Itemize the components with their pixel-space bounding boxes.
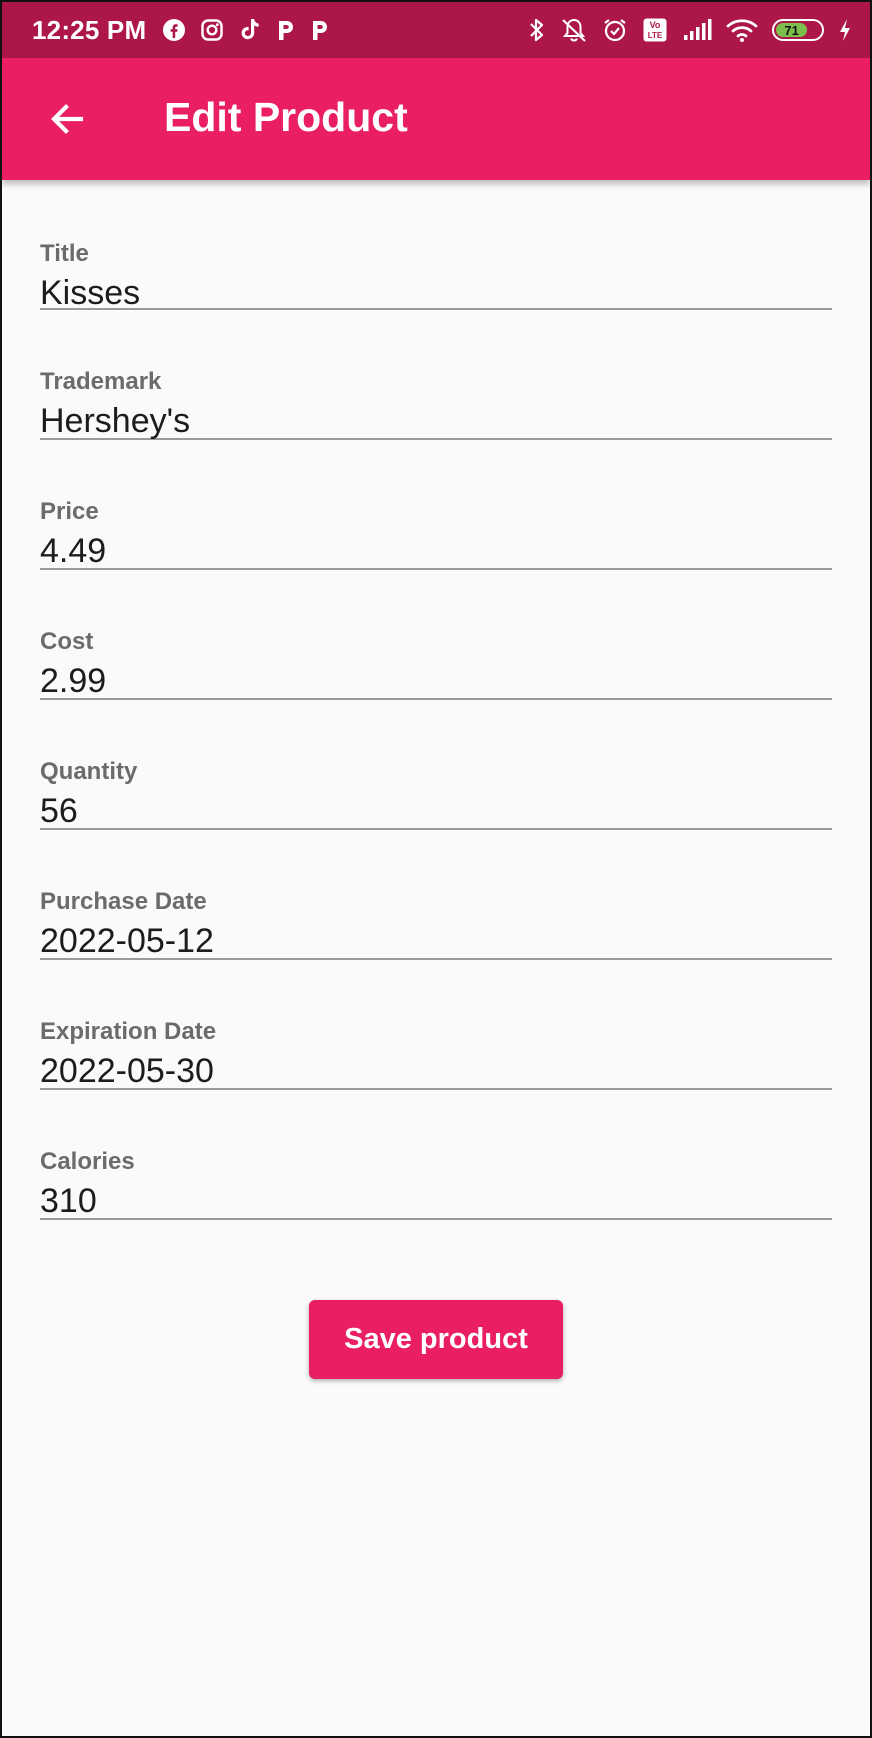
cost-input[interactable] [40,662,832,701]
signal-icon [682,18,712,42]
quantity-field: Quantity [40,700,832,831]
quantity-label: Quantity [40,758,138,785]
page-title: Edit Product [164,94,408,140]
svg-text:LTE: LTE [648,31,663,40]
product-form: Title Trademark Price Cost Quantity Purc… [40,180,832,1221]
status-time: 12:25 PM [32,14,147,45]
tiktok-icon [238,17,262,43]
trademark-label: Trademark [40,368,162,395]
bluetooth-icon [528,17,546,43]
back-button[interactable] [44,96,90,142]
system-icons: Vo LTE 71 [528,2,852,58]
vibrate-off-icon [560,17,588,43]
title-label: Title [40,240,89,267]
calories-label: Calories [40,1148,135,1175]
price-field: Price [40,440,832,571]
trademark-field: Trademark [40,310,832,441]
expiration-date-label: Expiration Date [40,1018,217,1045]
status-bar: 12:25 PM Vo LTE 71 [2,2,870,58]
purchase-date-input[interactable] [40,922,832,961]
expiration-date-input[interactable] [40,1052,832,1091]
trademark-input[interactable] [40,402,832,441]
calories-field: Calories [40,1090,832,1221]
save-product-button[interactable]: Save product [309,1300,563,1379]
p-app-icon [310,18,330,42]
price-input[interactable] [40,532,832,571]
charging-icon [838,18,852,42]
app-bar: Edit Product [2,58,870,180]
wifi-icon [726,17,758,43]
expiration-date-field: Expiration Date [40,960,832,1091]
title-field: Title [40,180,832,313]
phone-screen: 12:25 PM Vo LTE 71 Edit Product Title Ki… [0,0,872,1738]
battery-icon: 71 [772,19,824,41]
cost-field: Cost [40,570,832,701]
notification-icons [162,17,330,43]
battery-level: 71 [776,23,808,38]
p-app-icon [276,18,296,42]
volte-icon: Vo LTE [642,17,668,43]
arrow-left-icon [47,99,87,139]
facebook-icon [162,18,186,42]
svg-text:Vo: Vo [650,20,661,30]
quantity-input[interactable] [40,792,832,831]
title-input[interactable] [40,274,832,313]
purchase-date-field: Purchase Date [40,830,832,961]
calories-input[interactable] [40,1182,832,1221]
alarm-icon [602,17,628,43]
cost-label: Cost [40,628,94,655]
instagram-icon [200,18,224,42]
price-label: Price [40,498,99,525]
purchase-date-label: Purchase Date [40,888,207,915]
